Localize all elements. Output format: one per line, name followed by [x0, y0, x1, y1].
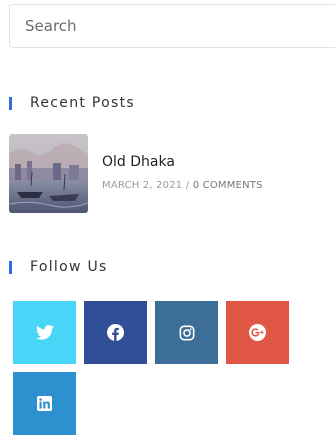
linkedin-button[interactable]: [13, 372, 76, 435]
search-input[interactable]: [10, 5, 335, 47]
recent-posts-heading: Recent Posts: [9, 95, 135, 111]
heading-accent-bar: [9, 260, 12, 274]
recent-post-item: Old Dhaka MARCH 2, 2021 / 0 COMMENTS: [9, 134, 263, 213]
post-thumbnail[interactable]: [9, 134, 88, 213]
google-plus-icon: [249, 324, 266, 341]
post-meta-separator: /: [185, 180, 190, 191]
heading-accent-bar: [9, 96, 12, 110]
instagram-button[interactable]: [155, 301, 218, 364]
twitter-icon: [35, 325, 54, 340]
post-comments-link[interactable]: 0 COMMENTS: [193, 180, 263, 191]
recent-posts-title: Recent Posts: [30, 95, 136, 111]
post-title-link[interactable]: Old Dhaka: [102, 154, 263, 170]
instagram-icon: [179, 325, 194, 340]
follow-us-title: Follow Us: [30, 259, 108, 275]
search-box: [9, 4, 335, 48]
follow-us-heading: Follow Us: [9, 259, 108, 275]
post-date: MARCH 2, 2021: [102, 180, 183, 191]
twitter-button[interactable]: [13, 301, 76, 364]
linkedin-icon: [37, 396, 52, 411]
google-plus-button[interactable]: [226, 301, 289, 364]
facebook-icon: [107, 324, 124, 341]
facebook-button[interactable]: [84, 301, 147, 364]
post-info: Old Dhaka MARCH 2, 2021 / 0 COMMENTS: [102, 134, 263, 191]
social-links: [13, 301, 303, 435]
post-thumbnail-image: [9, 134, 88, 213]
post-meta: MARCH 2, 2021 / 0 COMMENTS: [102, 180, 263, 191]
